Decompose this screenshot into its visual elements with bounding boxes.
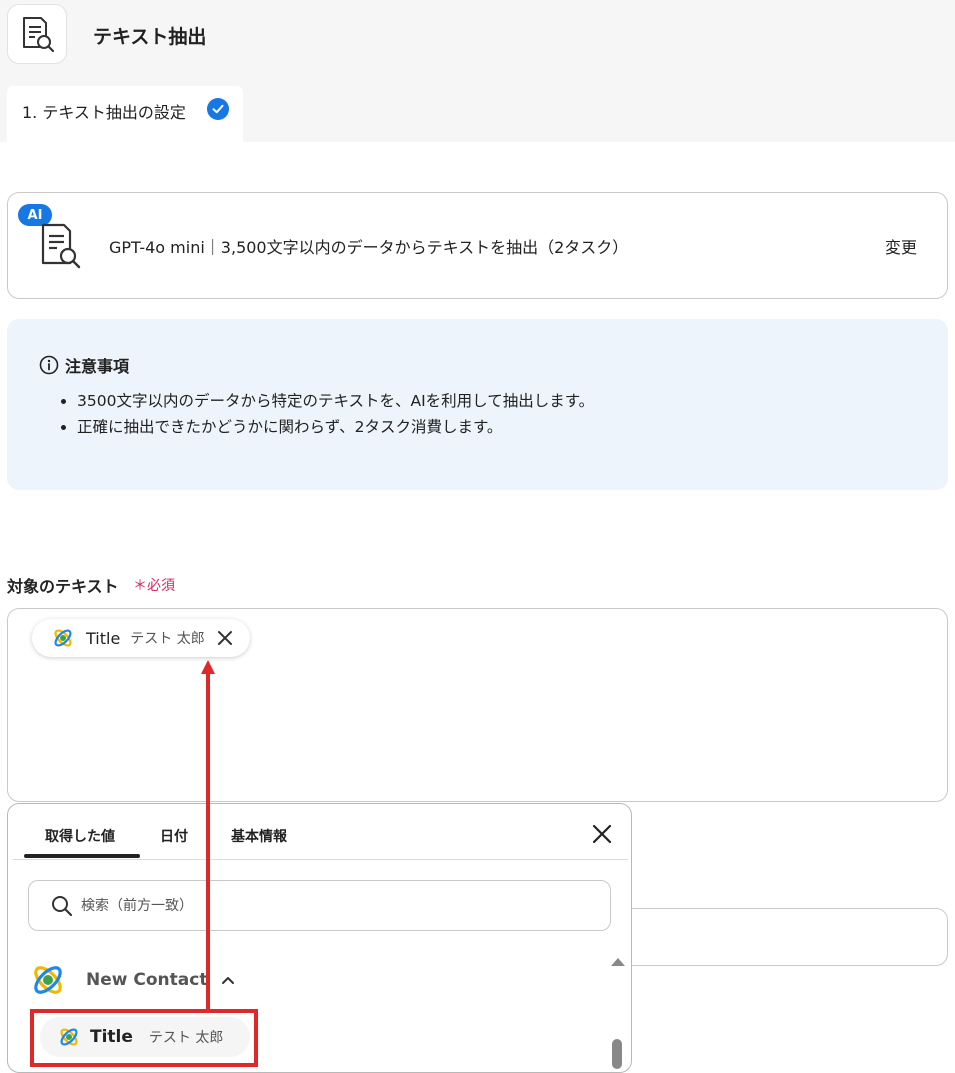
chevron-up-icon[interactable] bbox=[221, 975, 235, 985]
active-tab-indicator bbox=[24, 854, 140, 858]
step-tab-label: 1. テキスト抽出の設定 bbox=[22, 103, 186, 122]
chip-title: Title bbox=[86, 628, 121, 648]
notice-item: 3500文字以内のデータから特定のテキストを、AIを利用して抽出します。 bbox=[77, 388, 594, 414]
scrollbar-thumb[interactable] bbox=[612, 1039, 622, 1069]
ai-model-description: GPT-4o mini｜3,500文字以内のデータからテキストを抽出（2タスク） bbox=[109, 238, 629, 257]
group-new-contact[interactable]: New Contact bbox=[30, 962, 235, 998]
group-label: New Contact bbox=[86, 970, 208, 990]
orbit-logo-icon bbox=[54, 629, 72, 647]
tab-basic-info[interactable]: 基本情報 bbox=[231, 826, 287, 846]
annotation-arrow-line bbox=[206, 672, 210, 1010]
chip-value: テスト 太郎 bbox=[130, 631, 205, 647]
search-field[interactable] bbox=[28, 880, 611, 931]
notice-list: 3500文字以内のデータから特定のテキストを、AIを利用して抽出します。 正確に… bbox=[57, 388, 594, 440]
notice-box: 注意事項 3500文字以内のデータから特定のテキストを、AIを利用して抽出します… bbox=[7, 319, 948, 490]
tab-step-1[interactable]: 1. テキスト抽出の設定 bbox=[7, 86, 243, 142]
page-title: テキスト抽出 bbox=[93, 26, 207, 48]
ai-model-card: AI GPT-4o mini｜3,500文字以内のデータからテキストを抽出（2タ… bbox=[7, 192, 948, 299]
document-search-icon bbox=[7, 4, 67, 64]
search-input[interactable] bbox=[79, 896, 563, 915]
target-text-label: 対象のテキスト bbox=[7, 577, 119, 596]
scroll-up-arrow[interactable] bbox=[611, 958, 625, 966]
tab-divider bbox=[13, 859, 628, 860]
notice-item: 正確に抽出できたかどうかに関わらず、2タスク消費します。 bbox=[77, 414, 594, 440]
close-icon[interactable] bbox=[217, 630, 233, 646]
orbit-logo-icon bbox=[34, 966, 62, 994]
annotation-highlight-box bbox=[30, 1009, 258, 1067]
notice-title: 注意事項 bbox=[65, 357, 130, 376]
tab-date[interactable]: 日付 bbox=[160, 826, 188, 846]
required-badge: ＊必須 bbox=[133, 578, 175, 594]
secondary-input[interactable] bbox=[590, 908, 948, 966]
variable-chip[interactable]: Title テスト 太郎 bbox=[32, 619, 250, 657]
change-model-button[interactable]: 変更 bbox=[885, 234, 917, 258]
tab-acquired-values[interactable]: 取得した値 bbox=[45, 826, 115, 846]
close-icon[interactable] bbox=[591, 823, 613, 849]
check-icon bbox=[207, 98, 229, 120]
annotation-arrow-head bbox=[201, 660, 215, 674]
notice-heading: 注意事項 bbox=[39, 353, 129, 377]
document-search-icon bbox=[38, 221, 90, 275]
info-icon bbox=[39, 355, 59, 375]
search-icon bbox=[52, 895, 73, 916]
